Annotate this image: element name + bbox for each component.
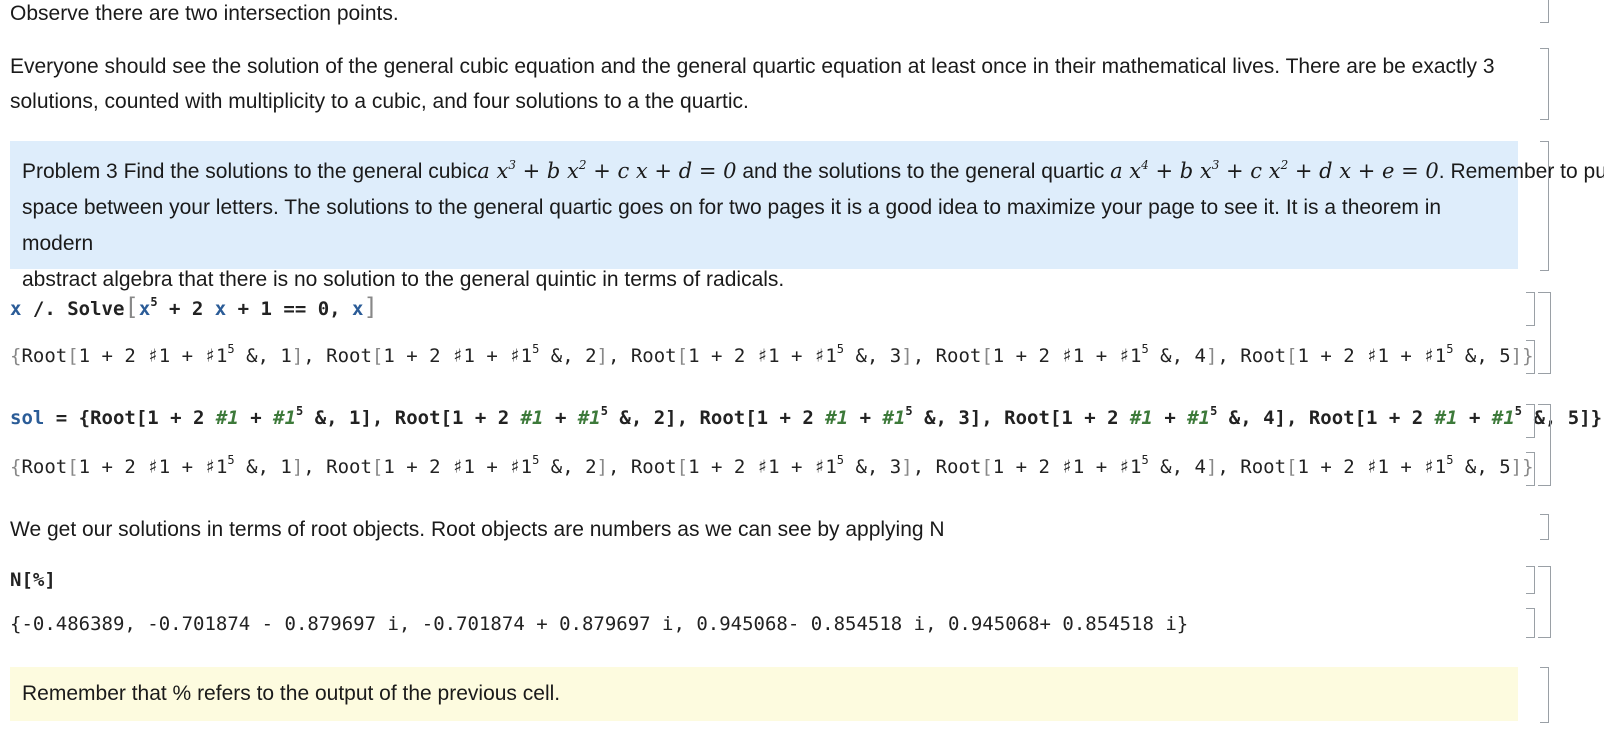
group-bracket[interactable] bbox=[1538, 292, 1551, 374]
problem-line-2: space between your letters. The solution… bbox=[22, 196, 1442, 255]
problem-text: . Remember to put a bbox=[1438, 160, 1604, 183]
output-cell-numeric[interactable]: {-0.486389, -0.701874 - 0.879697 i, -0.7… bbox=[10, 610, 1188, 638]
quartic-equation: a x4 + b x3 + c x2 + d x + e = 0 bbox=[1110, 158, 1439, 183]
cell-bracket[interactable] bbox=[1540, 667, 1549, 723]
note-box[interactable]: Remember that % refers to the output of … bbox=[10, 667, 1518, 721]
note-text: Remember that % refers to the output of … bbox=[22, 682, 561, 705]
cell-bracket[interactable] bbox=[1540, 48, 1549, 120]
text-line: Observe there are two intersection point… bbox=[10, 2, 399, 25]
output-cell-sol[interactable]: {Root[1 + 2 ♯1 + ♯15 &, 1], Root[1 + 2 ♯… bbox=[10, 453, 1534, 481]
input-bracket[interactable] bbox=[1526, 292, 1535, 326]
output-values: {-0.486389, -0.701874 - 0.879697 i, -0.7… bbox=[10, 613, 1189, 635]
input-bracket[interactable] bbox=[1526, 404, 1535, 438]
output-bracket[interactable] bbox=[1526, 452, 1535, 486]
cell-bracket[interactable] bbox=[1540, 0, 1549, 23]
problem-label: Problem 3 bbox=[22, 160, 118, 183]
text-line: Everyone should see the solution of the … bbox=[10, 55, 1495, 78]
cubic-equation: a x3 + b x2 + c x + d = 0 bbox=[477, 158, 737, 183]
problem-line-1: Problem 3 Find the solutions to the gene… bbox=[22, 153, 1604, 190]
group-bracket[interactable] bbox=[1538, 404, 1551, 486]
input-cell-sol[interactable]: sol = {Root[1 + 2 #1 + #15 &, 1], Root[1… bbox=[10, 404, 1602, 432]
output-bracket[interactable] bbox=[1526, 608, 1535, 638]
problem-text: Find the solutions to the general cubic bbox=[123, 160, 478, 183]
input-cell-numeric[interactable]: N[%] bbox=[10, 566, 56, 594]
sol-variable: sol bbox=[10, 407, 45, 429]
problem-text: and the solutions to the general quartic bbox=[742, 160, 1105, 183]
input-cell-solve[interactable]: x /. Solve[x5 + 2 x + 1 == 0, x] bbox=[10, 293, 378, 323]
input-bracket[interactable] bbox=[1526, 566, 1535, 594]
cell-bracket[interactable] bbox=[1540, 514, 1549, 540]
text-line: We get our solutions in terms of root ob… bbox=[10, 518, 945, 541]
text-cell-intersection[interactable]: Observe there are two intersection point… bbox=[10, 0, 399, 32]
cell-bracket[interactable] bbox=[1540, 141, 1549, 271]
problem-box[interactable]: Problem 3 Find the solutions to the gene… bbox=[10, 141, 1604, 291]
text-line: solutions, counted with multiplicity to … bbox=[10, 90, 749, 113]
group-bracket[interactable] bbox=[1538, 566, 1551, 638]
output-cell-roots[interactable]: {Root[1 + 2 ♯1 + ♯15 &, 1], Root[1 + 2 ♯… bbox=[10, 342, 1534, 370]
input-code: N[%] bbox=[10, 569, 56, 591]
output-bracket[interactable] bbox=[1526, 340, 1535, 374]
text-cell-general-equations[interactable]: Everyone should see the solution of the … bbox=[10, 49, 1495, 120]
text-cell-root-objects[interactable]: We get our solutions in terms of root ob… bbox=[10, 512, 945, 548]
